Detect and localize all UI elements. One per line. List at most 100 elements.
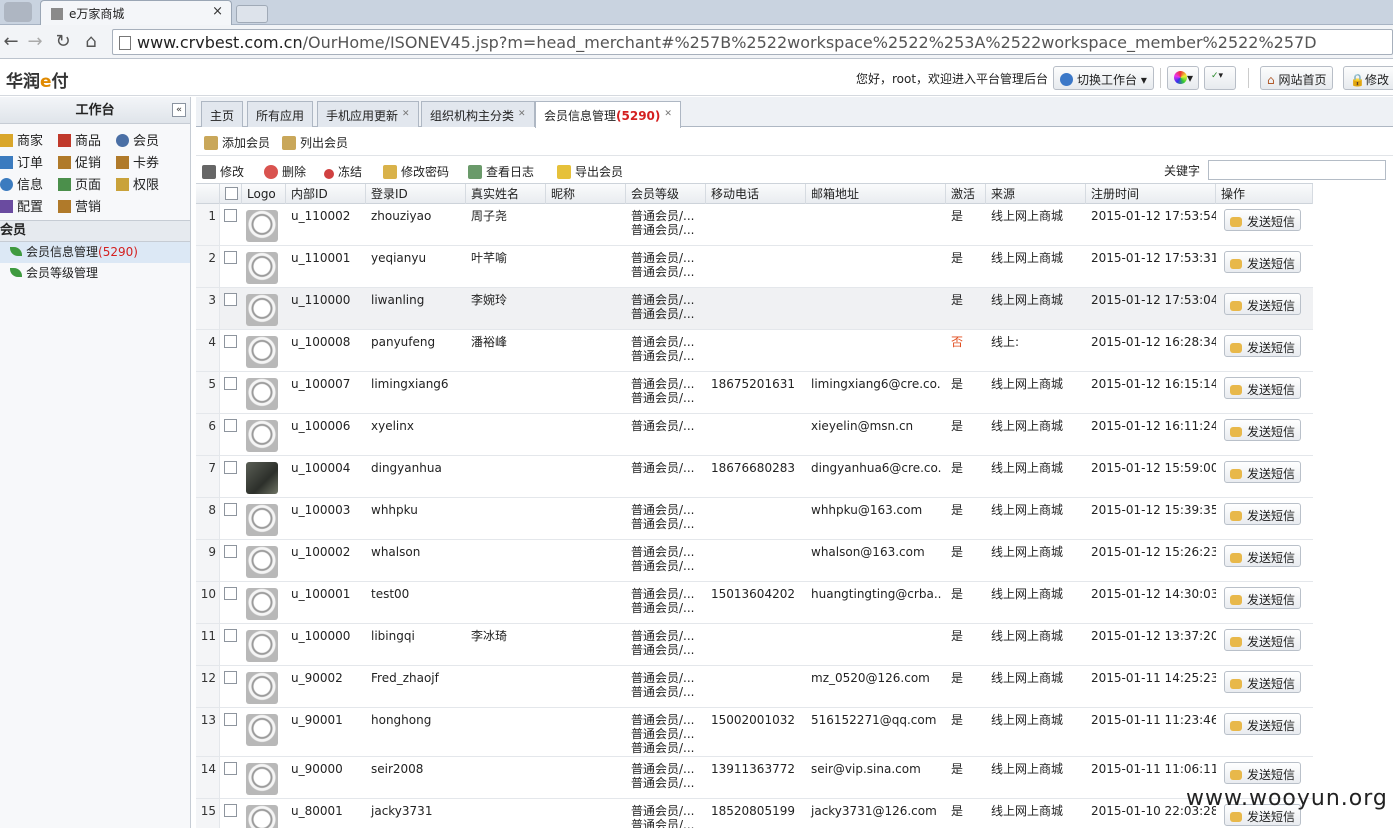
table-row[interactable]: 13 u_90001 honghong 15002001032 516152271@qq… bbox=[196, 708, 1313, 757]
sidebar-item-member[interactable]: 会员 bbox=[116, 130, 159, 149]
send-sms-button[interactable]: 发送短信 bbox=[1224, 461, 1301, 483]
browser-tab[interactable]: e万家商城 × bbox=[40, 0, 232, 25]
send-sms-button[interactable]: 发送短信 bbox=[1224, 713, 1301, 735]
sidebar-item-permission[interactable]: 权限 bbox=[116, 174, 159, 193]
send-sms-button[interactable]: 发送短信 bbox=[1224, 629, 1301, 651]
row-checkbox[interactable] bbox=[224, 671, 237, 684]
header-level[interactable]: 会员等级 bbox=[626, 184, 706, 204]
keyword-input[interactable] bbox=[1208, 160, 1386, 180]
brand-logo[interactable]: 华润e付 bbox=[6, 67, 69, 92]
collapse-icon[interactable]: « bbox=[172, 103, 186, 117]
table-row[interactable]: 2 u_110001 yeqianyu 叶芊喻 是 线上网上商城 2015-01-12 17… bbox=[196, 246, 1313, 288]
table-row[interactable]: 4 u_100008 panyufeng 潘裕峰 否 线上: 2015-01-12 16:2… bbox=[196, 330, 1313, 372]
table-row[interactable]: 14 u_90000 seir2008 13911363772 seir@vip.sin… bbox=[196, 757, 1313, 799]
sidebar-item-config[interactable]: 配置 bbox=[0, 196, 43, 215]
tab-close-icon[interactable]: ✕ bbox=[402, 109, 410, 119]
sidebar-item-info[interactable]: 信息 bbox=[0, 174, 43, 193]
send-sms-button[interactable]: 发送短信 bbox=[1224, 419, 1301, 441]
row-checkbox[interactable] bbox=[224, 804, 237, 817]
row-checkbox[interactable] bbox=[224, 545, 237, 558]
select-all-checkbox[interactable] bbox=[225, 187, 238, 200]
table-row[interactable]: 8 u_100003 whhpku whhpku@163.com 是 线上网上商城 2015… bbox=[196, 498, 1313, 540]
header-logo[interactable]: Logo bbox=[242, 184, 286, 204]
delete-button[interactable]: 删除 bbox=[264, 163, 306, 180]
send-sms-button[interactable]: 发送短信 bbox=[1224, 587, 1301, 609]
row-checkbox[interactable] bbox=[224, 293, 237, 306]
home-icon[interactable]: ⌂ bbox=[80, 31, 102, 53]
table-row[interactable]: 12 u_90002 Fred_zhaojf mz_0520@126.com 是 线上网上… bbox=[196, 666, 1313, 708]
export-members-button[interactable]: 导出会员 bbox=[557, 163, 623, 180]
reload-icon[interactable]: ↻ bbox=[52, 31, 74, 53]
sidebar-item-merchant[interactable]: 商家 bbox=[0, 130, 43, 149]
header-login-id[interactable]: 登录ID bbox=[366, 184, 466, 204]
row-checkbox[interactable] bbox=[224, 503, 237, 516]
send-sms-button[interactable]: 发送短信 bbox=[1224, 209, 1301, 231]
row-checkbox[interactable] bbox=[224, 762, 237, 775]
send-sms-button[interactable]: 发送短信 bbox=[1224, 671, 1301, 693]
profile-icon[interactable] bbox=[4, 2, 32, 22]
tab-member-info[interactable]: 会员信息管理(5290) ✕ bbox=[535, 101, 681, 128]
row-checkbox[interactable] bbox=[224, 419, 237, 432]
theme-button[interactable]: ▾ bbox=[1167, 66, 1199, 90]
row-checkbox[interactable] bbox=[224, 209, 237, 222]
row-checkbox[interactable] bbox=[224, 377, 237, 390]
send-sms-button[interactable]: 发送短信 bbox=[1224, 377, 1301, 399]
forward-icon[interactable]: → bbox=[24, 31, 46, 53]
header-nickname[interactable]: 昵称 bbox=[546, 184, 626, 204]
table-row[interactable]: 11 u_100000 libingqi 李冰琦 是 线上网上商城 2015-01-12 1… bbox=[196, 624, 1313, 666]
header-register-time[interactable]: 注册时间 bbox=[1086, 184, 1216, 204]
sidebar-item-product[interactable]: 商品 bbox=[58, 130, 101, 149]
table-row[interactable]: 15 u_80001 jacky3731 18520805199 jacky3731@1… bbox=[196, 799, 1313, 828]
tab-close-icon[interactable]: ✕ bbox=[664, 109, 672, 119]
table-row[interactable]: 9 u_100002 whalson whalson@163.com 是 线上网上商城 20… bbox=[196, 540, 1313, 582]
sidebar-item-order[interactable]: 订单 bbox=[0, 152, 43, 171]
send-sms-button[interactable]: 发送短信 bbox=[1224, 545, 1301, 567]
header-real-name[interactable]: 真实姓名 bbox=[466, 184, 546, 204]
table-row[interactable]: 5 u_100007 limingxiang6 18675201631 limingxi… bbox=[196, 372, 1313, 414]
table-row[interactable]: 3 u_110000 liwanling 李婉玲 是 线上网上商城 2015-01-12 1… bbox=[196, 288, 1313, 330]
send-sms-button[interactable]: 发送短信 bbox=[1224, 251, 1301, 273]
row-checkbox[interactable] bbox=[224, 629, 237, 642]
row-checkbox[interactable] bbox=[224, 461, 237, 474]
tab-all-apps[interactable]: 所有应用 bbox=[247, 101, 314, 127]
row-checkbox[interactable] bbox=[224, 335, 237, 348]
sidebar-item-marketing[interactable]: 营销 bbox=[58, 196, 101, 215]
site-home-button[interactable]: ⌂ 网站首页 bbox=[1260, 66, 1334, 90]
new-tab-button[interactable] bbox=[236, 5, 268, 23]
row-checkbox[interactable] bbox=[224, 251, 237, 264]
sidebar-section-member[interactable]: 会员 bbox=[0, 220, 190, 242]
tab-home[interactable]: 主页 bbox=[201, 101, 244, 127]
tab-org-category[interactable]: 组织机构主分类 ✕ bbox=[421, 101, 535, 127]
tab-close-icon[interactable]: ✕ bbox=[518, 109, 526, 119]
send-sms-button[interactable]: 发送短信 bbox=[1224, 503, 1301, 525]
list-members-button[interactable]: 列出会员 bbox=[282, 134, 348, 151]
modify-button[interactable]: 🔒修改 bbox=[1343, 66, 1393, 90]
send-sms-button[interactable]: 发送短信 bbox=[1224, 762, 1301, 784]
send-sms-button[interactable]: 发送短信 bbox=[1224, 335, 1301, 357]
switch-workspace-button[interactable]: 切换工作台 ▾ bbox=[1053, 66, 1154, 90]
send-sms-button[interactable]: 发送短信 bbox=[1224, 293, 1301, 315]
spellcheck-button[interactable]: ✓▾ bbox=[1204, 66, 1236, 90]
sidebar-item-coupon[interactable]: 卡券 bbox=[116, 152, 159, 171]
header-phone[interactable]: 移动电话 bbox=[706, 184, 806, 204]
add-member-button[interactable]: 添加会员 bbox=[204, 134, 270, 151]
header-active[interactable]: 激活 bbox=[946, 184, 986, 204]
header-email[interactable]: 邮箱地址 bbox=[806, 184, 946, 204]
address-bar[interactable]: www.crvbest.com.cn/OurHome/ISONEV45.jsp?… bbox=[112, 29, 1393, 55]
menu-member-level[interactable]: 会员等级管理 bbox=[0, 263, 190, 284]
tab-mobile-update[interactable]: 手机应用更新 ✕ bbox=[317, 101, 419, 127]
back-icon[interactable]: ← bbox=[0, 31, 22, 53]
table-row[interactable]: 1 u_110002 zhouziyao 周子尧 是 线上网上商城 2015-01-12 1… bbox=[196, 204, 1313, 246]
row-checkbox[interactable] bbox=[224, 587, 237, 600]
change-password-button[interactable]: 修改密码 bbox=[383, 163, 449, 180]
table-row[interactable]: 6 u_100006 xyelinx xieyelin@msn.cn 是 线上网上商城 20… bbox=[196, 414, 1313, 456]
header-internal-id[interactable]: 内部ID bbox=[286, 184, 366, 204]
row-checkbox[interactable] bbox=[224, 713, 237, 726]
tab-close-icon[interactable]: × bbox=[212, 4, 223, 19]
view-log-button[interactable]: 查看日志 bbox=[468, 163, 534, 180]
menu-member-info[interactable]: 会员信息管理(5290) bbox=[0, 242, 190, 263]
freeze-button[interactable]: 冻结 bbox=[324, 163, 362, 180]
sidebar-item-page[interactable]: 页面 bbox=[58, 174, 101, 193]
header-source[interactable]: 来源 bbox=[986, 184, 1086, 204]
table-row[interactable]: 10 u_100001 test00 15013604202 huangtingting… bbox=[196, 582, 1313, 624]
